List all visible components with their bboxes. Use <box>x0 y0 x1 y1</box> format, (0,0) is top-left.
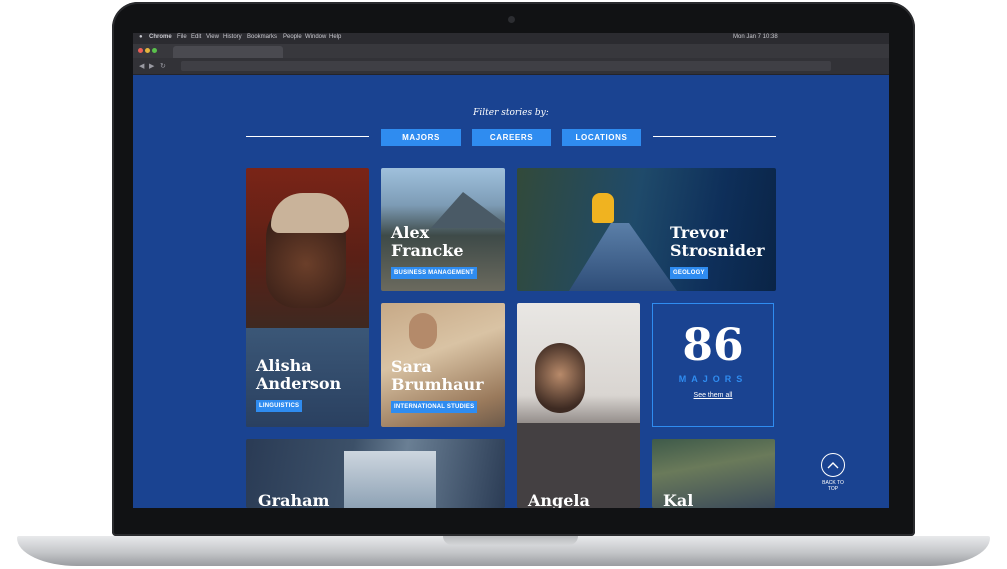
os-menubar: ● Chrome File Edit View History Bookmark… <box>133 33 889 44</box>
story-name: Sara Brumhaur <box>391 357 484 394</box>
menu-item-edit[interactable]: Edit <box>191 34 201 40</box>
menu-item-view[interactable]: View <box>206 34 219 40</box>
story-card-kal[interactable]: Kal <box>652 439 775 508</box>
divider-left <box>246 136 369 137</box>
filter-majors-button[interactable]: MAJORS <box>381 129 461 146</box>
maximize-window-icon[interactable] <box>152 48 157 53</box>
filter-heading: Filter stories by: <box>473 108 549 118</box>
browser-tab[interactable] <box>173 46 283 58</box>
story-card-trevor[interactable]: Trevor Strosnider GEOLOGY <box>517 168 776 291</box>
menubar-clock[interactable]: Mon Jan 7 10:38 <box>733 34 778 40</box>
forward-icon[interactable]: ▶ <box>149 62 154 70</box>
story-card-graham[interactable]: Graham <box>246 439 505 508</box>
menu-item-chrome[interactable]: Chrome <box>149 34 172 40</box>
story-tag[interactable]: LINGUISTICS <box>256 400 303 412</box>
divider-right <box>653 136 776 137</box>
minimize-window-icon[interactable] <box>145 48 150 53</box>
story-name: Angela <box>528 491 590 509</box>
back-to-top-button[interactable]: BACK TO TOP <box>820 453 846 492</box>
laptop-notch <box>443 536 578 545</box>
camera-icon <box>508 16 515 23</box>
story-name: Graham <box>258 491 330 509</box>
see-all-majors-link[interactable]: See them all <box>694 392 733 399</box>
filter-careers-button[interactable]: CAREERS <box>472 129 551 146</box>
back-to-top-label: BACK TO TOP <box>822 480 844 492</box>
figure-image <box>409 313 437 349</box>
menu-item-help[interactable]: Help <box>329 34 341 40</box>
apple-icon[interactable]: ● <box>139 34 143 40</box>
majors-label: MAJORS <box>678 374 748 384</box>
story-tag[interactable]: INTERNATIONAL STUDIES <box>391 401 478 413</box>
back-icon[interactable]: ◀ <box>139 62 144 70</box>
majors-count-card[interactable]: 86 MAJORS See them all <box>652 303 774 427</box>
menu-item-window[interactable]: Window <box>305 34 326 40</box>
story-name: Trevor Strosnider <box>670 223 765 260</box>
mountain-image <box>431 192 505 228</box>
menu-item-file[interactable]: File <box>177 34 187 40</box>
address-bar-row: ◀ ▶ ↻ <box>133 58 889 75</box>
story-name: Alisha Anderson <box>256 356 342 393</box>
portrait-image <box>535 343 585 413</box>
reload-icon[interactable]: ↻ <box>160 62 166 70</box>
story-card-angela[interactable]: Angela <box>517 303 640 508</box>
tab-strip <box>133 44 889 58</box>
monitor-image <box>344 451 436 508</box>
screen: ● Chrome File Edit View History Bookmark… <box>133 33 889 508</box>
menu-item-people[interactable]: People <box>283 34 302 40</box>
menu-item-history[interactable]: History <box>223 34 242 40</box>
story-card-sara[interactable]: Sara Brumhaur INTERNATIONAL STUDIES <box>381 303 505 427</box>
filter-locations-button[interactable]: LOCATIONS <box>562 129 641 146</box>
story-tag[interactable]: BUSINESS MANAGEMENT <box>391 267 477 279</box>
story-card-alex[interactable]: Alex Francke BUSINESS MANAGEMENT <box>381 168 505 291</box>
url-field[interactable] <box>181 61 831 71</box>
bridge-image <box>569 223 677 291</box>
chevron-up-icon <box>821 453 845 477</box>
majors-count: 86 <box>682 320 744 371</box>
story-card-alisha[interactable]: Alisha Anderson LINGUISTICS <box>246 168 369 427</box>
story-name: Kal <box>663 491 694 509</box>
story-name: Alex Francke <box>391 223 464 260</box>
close-window-icon[interactable] <box>138 48 143 53</box>
menu-item-bookmarks[interactable]: Bookmarks <box>247 34 277 40</box>
person-image <box>592 193 614 223</box>
headwrap-image <box>271 193 349 233</box>
story-tag[interactable]: GEOLOGY <box>670 267 708 279</box>
